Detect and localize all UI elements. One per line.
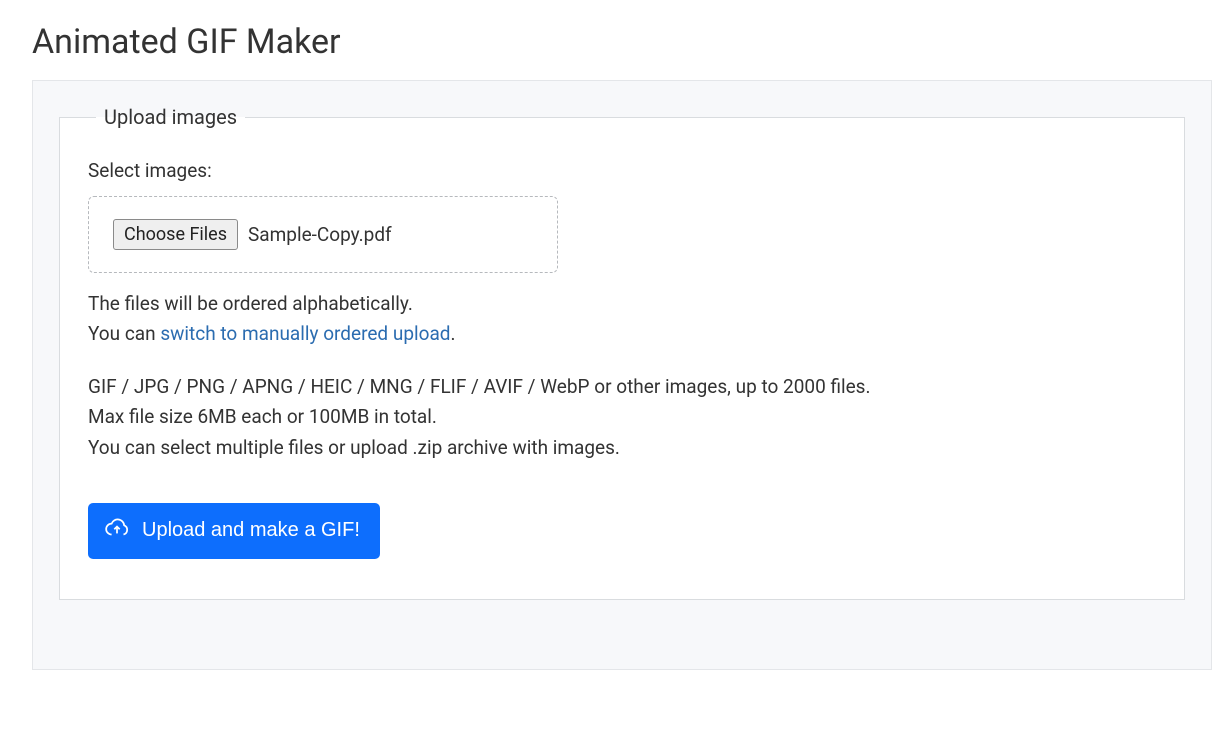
info-switch-line: You can switch to manually ordered uploa…	[88, 319, 1156, 349]
upload-panel: Upload images Select images: Choose File…	[32, 80, 1212, 670]
info-switch-prefix: You can	[88, 322, 160, 345]
info-multi: You can select multiple files or upload …	[88, 433, 1156, 463]
switch-manual-upload-link[interactable]: switch to manually ordered upload	[160, 322, 450, 345]
upload-fieldset: Upload images Select images: Choose File…	[59, 105, 1185, 600]
page-title: Animated GIF Maker	[32, 22, 1225, 62]
file-dropzone[interactable]: Choose Files Sample-Copy.pdf	[88, 196, 558, 273]
fieldset-legend: Upload images	[96, 105, 245, 129]
upload-make-gif-button[interactable]: Upload and make a GIF!	[88, 503, 380, 559]
select-images-label: Select images:	[88, 159, 1156, 182]
upload-button-label: Upload and make a GIF!	[142, 519, 360, 542]
info-switch-suffix: .	[451, 322, 456, 345]
cloud-upload-icon	[104, 515, 130, 547]
choose-files-button[interactable]: Choose Files	[113, 219, 238, 250]
info-size: Max file size 6MB each or 100MB in total…	[88, 402, 1156, 432]
info-ordered: The files will be ordered alphabetically…	[88, 289, 1156, 319]
info-formats: GIF / JPG / PNG / APNG / HEIC / MNG / FL…	[88, 372, 1156, 402]
info-block: GIF / JPG / PNG / APNG / HEIC / MNG / FL…	[88, 372, 1156, 463]
selected-filename: Sample-Copy.pdf	[248, 223, 392, 246]
